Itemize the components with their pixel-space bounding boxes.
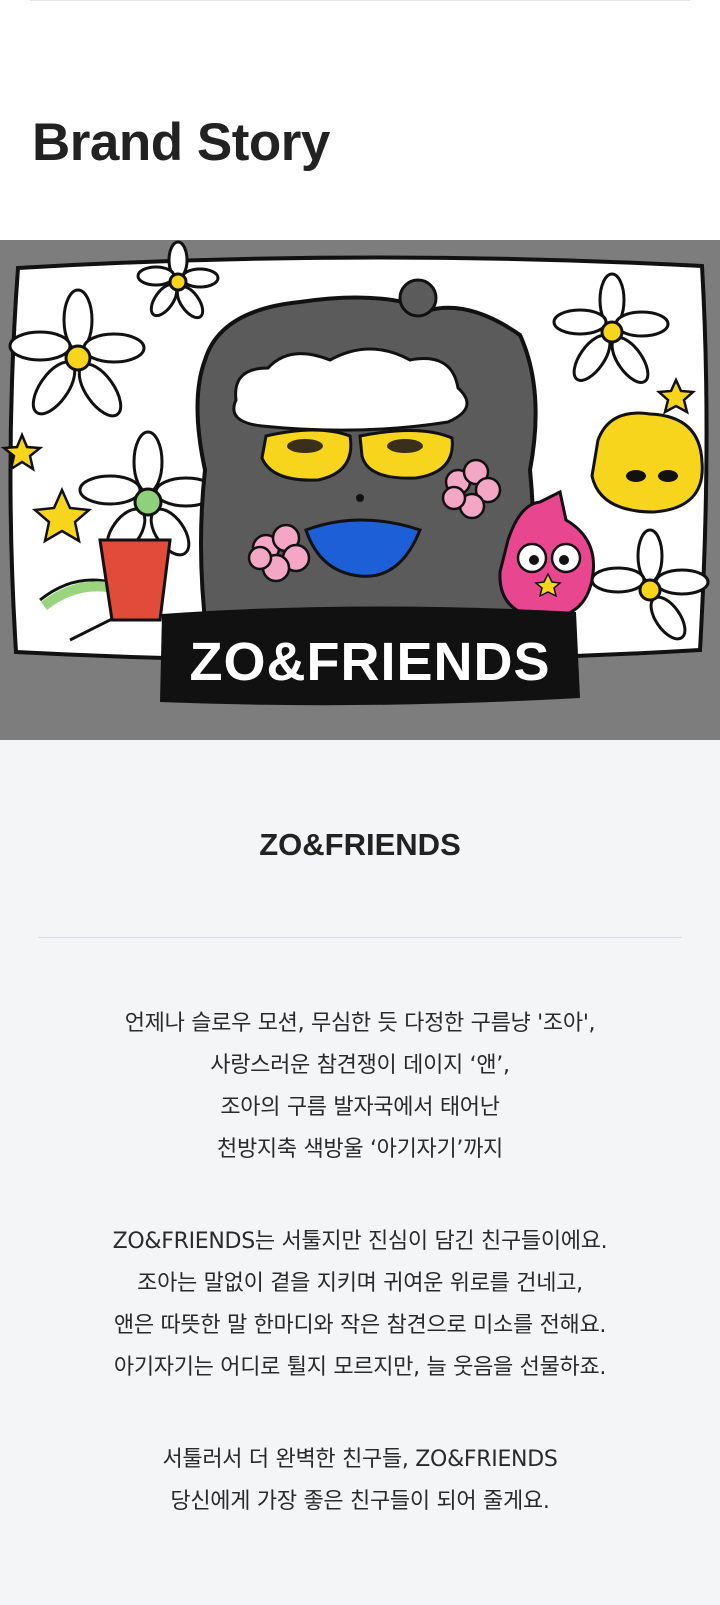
story-line: ZO&FRIENDS는 서툴지만 진심이 담긴 친구들이에요.	[112, 1229, 608, 1254]
page-title: Brand Story	[32, 113, 330, 172]
story-line: 서툴러서 더 완벽한 친구들, ZO&FRIENDS	[162, 1447, 558, 1472]
zo-friends-illustration: ZO&FRIENDS	[0, 240, 710, 706]
top-divider	[30, 0, 690, 1]
story-line: 언제나 슬로우 모션, 무심한 듯 다정한 구름냥 '조아',	[124, 1011, 596, 1036]
story-paragraph: 언제나 슬로우 모션, 무심한 듯 다정한 구름냥 '조아', 사랑스러운 참견…	[0, 1003, 720, 1171]
story-paragraph: 서툴러서 더 완벽한 친구들, ZO&FRIENDS 당신에게 가장 좋은 친구…	[0, 1439, 720, 1523]
story-line: 당신에게 가장 좋은 친구들이 되어 줄게요.	[170, 1489, 550, 1514]
story-title: ZO&FRIENDS	[259, 827, 461, 862]
svg-text:ZO&FRIENDS: ZO&FRIENDS	[190, 632, 551, 692]
story-paragraph: ZO&FRIENDS는 서툴지만 진심이 담긴 친구들이에요. 조아는 말없이 …	[0, 1221, 720, 1389]
story-line: 조아는 말없이 곁을 지키며 귀여운 위로를 건네고,	[137, 1271, 583, 1296]
zo-friends-logo: ZO&FRIENDS	[160, 606, 580, 706]
brand-banner-image: ZO&FRIENDS	[0, 240, 720, 740]
story-line: 아기자기는 어디로 튈지 모르지만, 늘 웃음을 선물하죠.	[113, 1355, 607, 1380]
zoa-cat-character-icon	[195, 278, 538, 662]
section-divider	[38, 937, 682, 938]
story-line: 조아의 구름 발자국에서 태어난	[220, 1095, 500, 1120]
story-line: 사랑스러운 참견쟁이 데이지 ‘앤’,	[210, 1053, 510, 1078]
story-line: 천방지축 색방울 ‘아기자기’까지	[217, 1137, 503, 1162]
agijagi-yellow-character-icon	[590, 411, 704, 514]
story-line: 앤은 따뜻한 말 한마디와 작은 참견으로 미소를 전해요.	[113, 1313, 607, 1338]
brand-story-section: ZO&FRIENDS 언제나 슬로우 모션, 무심한 듯 다정한 구름냥 '조아…	[0, 740, 720, 1605]
